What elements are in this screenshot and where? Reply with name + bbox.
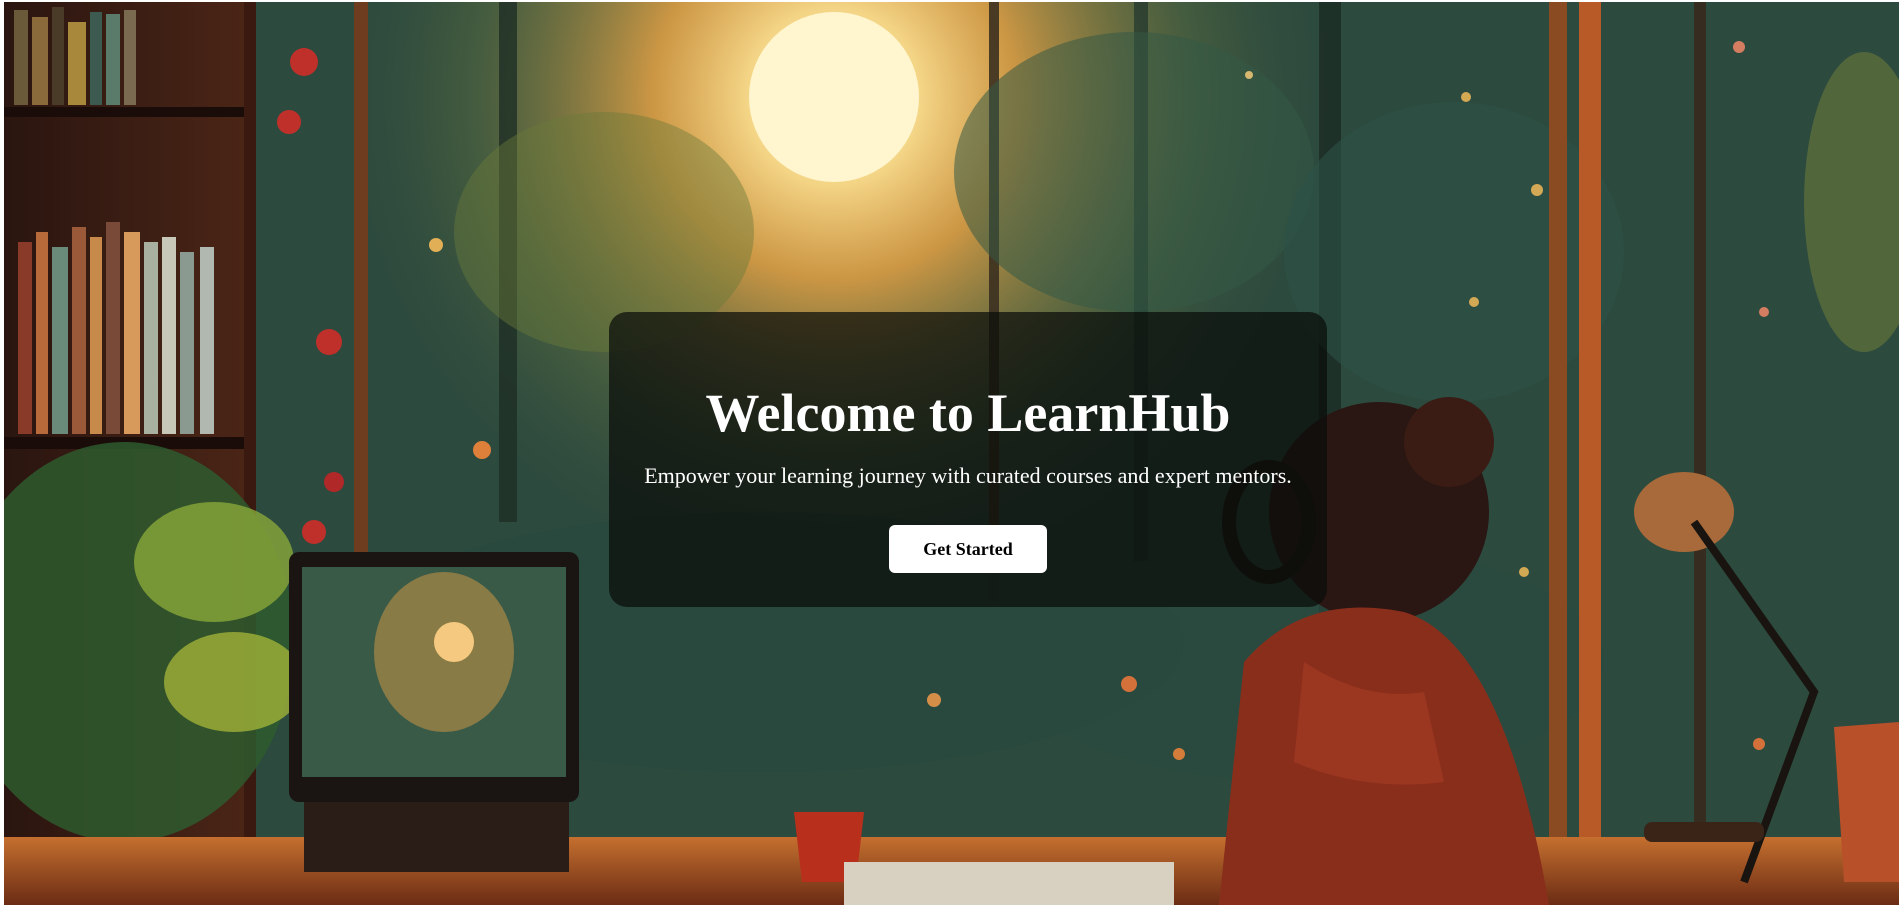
get-started-button[interactable]: Get Started <box>889 525 1047 573</box>
hero-subtitle: Empower your learning journey with curat… <box>644 463 1292 488</box>
page: Welcome to LearnHub Empower your learnin… <box>0 0 1899 905</box>
hero-title: Welcome to LearnHub <box>705 383 1231 443</box>
hero-card: Welcome to LearnHub Empower your learnin… <box>609 312 1327 607</box>
hero-section: Welcome to LearnHub Empower your learnin… <box>4 2 1899 905</box>
